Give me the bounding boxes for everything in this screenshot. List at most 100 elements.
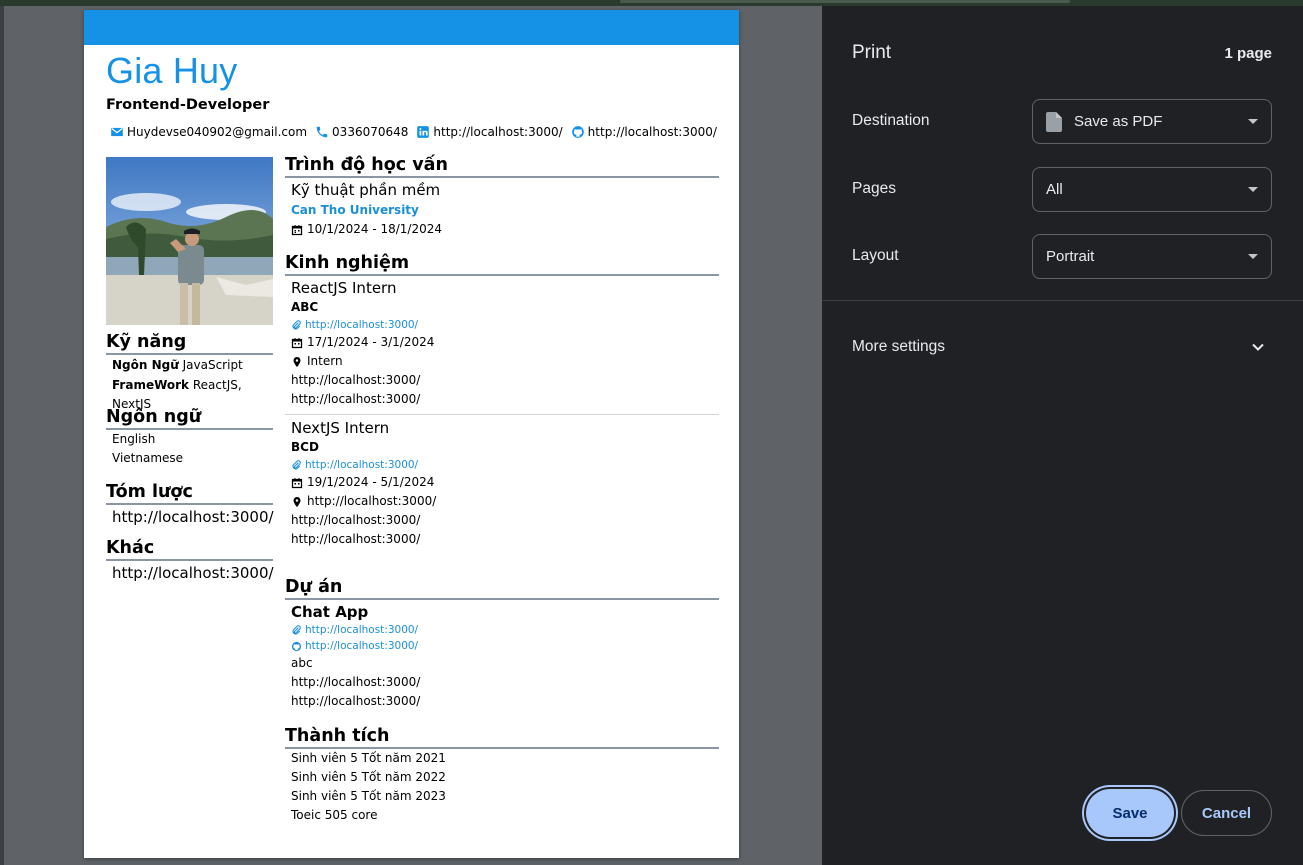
dropdown-caret-icon — [1248, 187, 1258, 192]
summary-title: Tóm lược — [106, 482, 273, 505]
project-github: http://localhost:3000/ — [305, 640, 419, 652]
experience-location-row: http://localhost:3000/ — [285, 492, 719, 511]
github-icon — [291, 641, 302, 651]
paperclip-icon — [292, 459, 301, 470]
project-desc: abc — [291, 656, 313, 670]
pages-label: Pages — [852, 180, 896, 197]
summary-section: Tóm lược http://localhost:3000/ — [106, 482, 274, 527]
pages-select[interactable]: All — [1032, 167, 1272, 212]
projects-title: Dự án — [285, 577, 719, 600]
chevron-down-icon[interactable] — [1251, 340, 1265, 354]
language-item: English — [112, 432, 156, 446]
github-icon — [571, 126, 584, 138]
language-item: Vietnamese — [112, 451, 184, 465]
cancel-button[interactable]: Cancel — [1181, 790, 1272, 836]
project-detail: http://localhost:3000/ — [291, 694, 421, 708]
project-link: http://localhost:3000/ — [305, 624, 419, 636]
experience-section: Kinh nghiệm ReactJS Intern ABC http://lo… — [285, 253, 719, 549]
experience-link-row: http://localhost:3000/ — [285, 457, 719, 473]
resume-page: Gia Huy Frontend-Developer Huydevse04090… — [84, 10, 739, 858]
experience-dates: 17/1/2024 - 3/1/2024 — [307, 335, 435, 349]
experience-link-row: http://localhost:3000/ — [285, 317, 719, 333]
experience-item: ReactJS Intern ABC http://localhost:3000… — [285, 278, 719, 409]
education-title: Trình độ học vấn — [285, 155, 719, 178]
experience-location: http://localhost:3000/ — [307, 494, 437, 508]
experience-location-row: Intern — [285, 352, 719, 371]
skill-value: JavaScript — [182, 358, 243, 372]
resume-name: Gia Huy — [106, 50, 238, 91]
education-section: Trình độ học vấn Kỹ thuật phần mềm Can T… — [285, 155, 719, 239]
education-major: Kỹ thuật phần mềm — [291, 181, 441, 199]
experience-dates-row: 17/1/2024 - 3/1/2024 — [285, 333, 719, 352]
experience-detail: http://localhost:3000/ — [291, 373, 421, 387]
contact-email: Huydevse040902@gmail.com — [127, 125, 308, 139]
experience-position: NextJS Intern — [291, 419, 390, 437]
skill-item: Ngôn Ngữ JavaScript — [106, 356, 273, 375]
location-pin-icon — [293, 496, 301, 507]
layout-select[interactable]: Portrait — [1032, 234, 1272, 279]
experience-location: Intern — [307, 354, 343, 368]
page-count: 1 page — [1224, 45, 1272, 62]
experience-title: Kinh nghiệm — [285, 253, 719, 276]
projects-section: Dự án Chat App http://localhost:3000/ ht… — [285, 577, 719, 711]
layout-label: Layout — [852, 247, 899, 264]
experience-divider — [285, 414, 719, 415]
experience-company: BCD — [291, 440, 319, 454]
calendar-icon — [291, 477, 303, 488]
achievement-item: Sinh viên 5 Tốt năm 2021 — [291, 751, 446, 765]
summary-text: http://localhost:3000/ — [112, 508, 274, 526]
education-dates-row: 10/1/2024 - 18/1/2024 — [285, 220, 719, 239]
more-settings-toggle[interactable]: More settings — [852, 338, 945, 356]
achievement-item: Toeic 505 core — [291, 808, 378, 822]
panel-divider — [822, 300, 1303, 301]
calendar-icon — [291, 224, 303, 235]
paperclip-icon — [292, 624, 301, 635]
experience-detail: http://localhost:3000/ — [291, 392, 421, 406]
contact-linkedin: http://localhost:3000/ — [433, 125, 563, 139]
preview-left-edge — [0, 6, 4, 865]
header-accent-bar — [84, 10, 739, 45]
skill-label: FrameWork — [112, 378, 190, 392]
destination-label: Destination — [852, 112, 930, 129]
location-pin-icon — [293, 356, 301, 367]
achievements-section: Thành tích Sinh viên 5 Tốt năm 2021 Sinh… — [285, 726, 719, 825]
contact-phone: 0336070648 — [332, 125, 409, 139]
experience-detail: http://localhost:3000/ — [291, 513, 421, 527]
save-button[interactable]: Save — [1086, 789, 1174, 837]
project-github-row: http://localhost:3000/ — [285, 638, 719, 654]
experience-company: ABC — [291, 300, 319, 314]
achievements-title: Thành tích — [285, 726, 719, 749]
other-title: Khác — [106, 538, 273, 561]
project-name: Chat App — [291, 603, 369, 621]
print-settings-panel: Print 1 page Destination Save as PDF Pag… — [822, 6, 1303, 865]
other-section: Khác http://localhost:3000/ — [106, 538, 274, 583]
layout-value: Portrait — [1046, 248, 1095, 265]
achievement-item: Sinh viên 5 Tốt năm 2022 — [291, 770, 446, 784]
experience-link: http://localhost:3000/ — [305, 319, 419, 331]
destination-select[interactable]: Save as PDF — [1032, 99, 1272, 144]
document-icon — [1046, 111, 1062, 132]
profile-photo — [106, 157, 273, 325]
resume-role: Frontend-Developer — [106, 97, 270, 113]
paperclip-icon — [292, 319, 301, 330]
contact-github: http://localhost:3000/ — [587, 125, 717, 139]
project-link-row: http://localhost:3000/ — [285, 622, 719, 638]
project-item: Chat App http://localhost:3000/ http://l… — [285, 602, 719, 711]
experience-dates-row: 19/1/2024 - 5/1/2024 — [285, 473, 719, 492]
languages-title: Ngôn ngữ — [106, 407, 273, 430]
contact-row: Huydevse040902@gmail.com 0336070648 http… — [110, 125, 725, 139]
pages-value: All — [1046, 181, 1063, 198]
experience-position: ReactJS Intern — [291, 279, 397, 297]
linkedin-icon — [417, 126, 430, 138]
education-dates: 10/1/2024 - 18/1/2024 — [307, 222, 443, 236]
languages-section: Ngôn ngữ English Vietnamese — [106, 407, 273, 468]
other-text: http://localhost:3000/ — [112, 564, 274, 582]
destination-value: Save as PDF — [1074, 113, 1163, 130]
skills-title: Kỹ năng — [106, 332, 273, 355]
calendar-icon — [291, 337, 303, 348]
project-detail: http://localhost:3000/ — [291, 675, 421, 689]
print-title: Print — [852, 42, 892, 63]
experience-link: http://localhost:3000/ — [305, 459, 419, 471]
experience-dates: 19/1/2024 - 5/1/2024 — [307, 475, 435, 489]
phone-icon — [316, 126, 328, 138]
